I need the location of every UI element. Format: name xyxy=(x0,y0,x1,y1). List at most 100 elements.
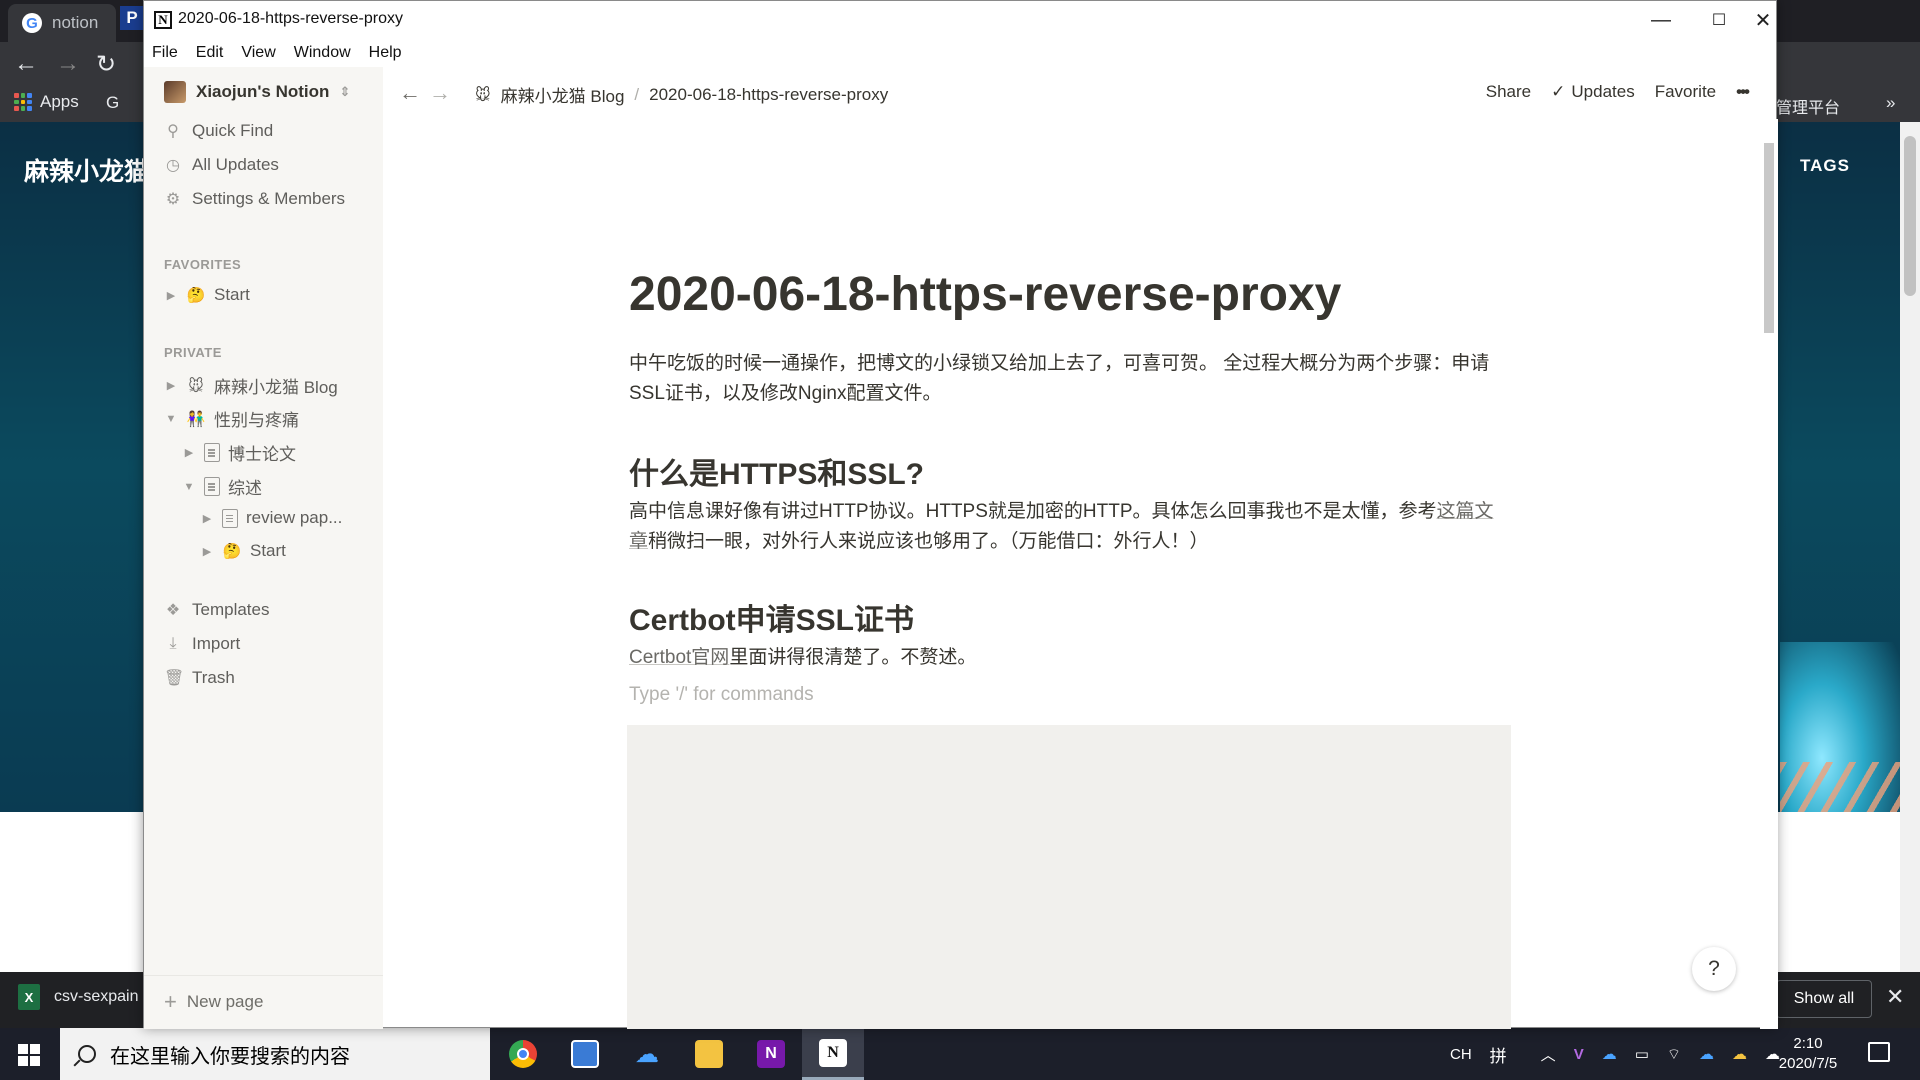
favorite-button[interactable]: Favorite xyxy=(1655,82,1716,102)
windows-taskbar: 在这里输入你要搜索的内容 ☁ N N CH 拼 ︿ V ☁ ▭ ⌔ ☁ ☁ ☁ … xyxy=(0,1028,1920,1080)
heading-certbot[interactable]: Certbot申请SSL证书 xyxy=(629,595,914,639)
command-placeholder-input[interactable]: Type '/' for commands xyxy=(629,684,814,706)
page-emoji-icon: 🤔 xyxy=(222,543,242,560)
bookmarks-more[interactable]: » xyxy=(1886,93,1895,113)
page-topbar: ← → 🐭 麻辣小龙猫 Blog / 2020-06-18-https-reve… xyxy=(383,67,1778,119)
ime-mode[interactable]: 拼 xyxy=(1490,1042,1507,1067)
sidebar-trash[interactable]: 🗑 Trash xyxy=(164,668,235,688)
windows-start-icon[interactable] xyxy=(18,1044,40,1066)
browser-tab-p[interactable]: P xyxy=(120,6,144,30)
sidebar-import[interactable]: ⤓ Import xyxy=(164,634,240,654)
heading-https[interactable]: 什么是HTTPS和SSL? xyxy=(629,449,924,493)
window-titlebar[interactable]: N 2020-06-18-https-reverse-proxy — ☐ ✕ xyxy=(144,1,1776,39)
clock-icon: ◷ xyxy=(166,157,180,174)
browser-scrollbar[interactable] xyxy=(1900,122,1920,972)
taskbar-search-input[interactable]: 在这里输入你要搜索的内容 xyxy=(60,1028,490,1080)
close-window-icon[interactable]: ✕ xyxy=(1748,5,1778,35)
new-page-button[interactable]: + New page xyxy=(164,989,263,1015)
menu-window[interactable]: Window xyxy=(294,44,351,62)
sidebar-item-gender-pain[interactable]: ▼ 👫 性别与疼痛 xyxy=(164,406,299,431)
maximize-icon[interactable]: ☐ xyxy=(1690,5,1748,35)
forward-arrow-icon[interactable]: → xyxy=(56,50,80,78)
certbot-link[interactable]: Certbot官网 xyxy=(629,647,729,668)
share-button[interactable]: Share xyxy=(1486,82,1531,102)
breadcrumb-current[interactable]: 2020-06-18-https-reverse-proxy xyxy=(649,85,888,105)
menu-view[interactable]: View xyxy=(241,44,275,62)
site-tags-link[interactable]: TAGS xyxy=(1800,156,1850,176)
menu-help[interactable]: Help xyxy=(369,44,402,62)
sidebar-quick-find[interactable]: ⚲ Quick Find xyxy=(164,121,273,141)
minimize-icon[interactable]: — xyxy=(1632,5,1690,35)
taskbar-app-window[interactable] xyxy=(554,1028,616,1080)
expand-triangle-icon[interactable]: ▶ xyxy=(164,379,178,392)
taskbar-explorer[interactable] xyxy=(678,1028,740,1080)
onedrive-icon[interactable]: ☁ xyxy=(1699,1045,1714,1063)
sidebar-item-review[interactable]: ▼ 综述 xyxy=(182,474,262,499)
sidebar-templates[interactable]: ❖ Templates xyxy=(164,600,270,620)
site-title[interactable]: 麻辣小龙猫 xyxy=(24,152,149,188)
expand-triangle-icon[interactable]: ▶ xyxy=(182,446,196,459)
updates-label: Updates xyxy=(1571,82,1635,101)
taskbar-clock[interactable]: 2:10 2020/7/5 xyxy=(1770,1034,1846,1074)
expand-triangle-icon[interactable]: ▶ xyxy=(164,289,178,302)
cloud-icon[interactable]: ☁ xyxy=(1602,1045,1617,1063)
sidebar-item-thesis[interactable]: ▶ 博士论文 xyxy=(182,440,296,465)
download-item[interactable]: X csv-sexpain xyxy=(18,984,138,1010)
breadcrumb-parent[interactable]: 麻辣小龙猫 Blog xyxy=(501,82,625,107)
sidebar-all-updates[interactable]: ◷ All Updates xyxy=(164,155,279,175)
forward-arrow-icon[interactable]: → xyxy=(429,80,451,106)
sidebar-favorite-start[interactable]: ▶ 🤔 Start xyxy=(164,285,250,305)
taskbar-onenote[interactable]: N xyxy=(740,1028,802,1080)
reload-icon[interactable]: ↻ xyxy=(96,50,116,79)
intro-paragraph[interactable]: 中午吃饭的时候一通操作，把博文的小绿锁又给加上去了，可喜可贺。 全过程大概分为两… xyxy=(629,349,1499,409)
sidebar-item-label: Settings & Members xyxy=(192,189,346,208)
sidebar-settings[interactable]: ⚙ Settings & Members xyxy=(164,189,345,209)
bookmark-management[interactable]: 管理平台 xyxy=(1776,94,1840,118)
back-arrow-icon[interactable]: ← xyxy=(14,50,38,78)
sidebar-item-label: All Updates xyxy=(192,155,279,174)
weather-icon[interactable]: ☁ xyxy=(1732,1045,1747,1063)
taskbar-cloud[interactable]: ☁ xyxy=(616,1028,678,1080)
embed-block[interactable] xyxy=(627,725,1511,1029)
battery-icon[interactable]: ▭ xyxy=(1635,1045,1649,1063)
download-file-name: csv-sexpain xyxy=(54,988,139,1005)
onenote-icon: N xyxy=(757,1040,785,1068)
bookmark-apps[interactable]: Apps xyxy=(14,92,79,112)
certbot-paragraph[interactable]: Certbot官网里面讲得很清楚了。不赘述。 xyxy=(629,643,1499,673)
wifi-icon[interactable]: ⌔ xyxy=(1667,1045,1681,1064)
gear-icon: ⚙ xyxy=(165,191,181,208)
collapse-triangle-icon[interactable]: ▼ xyxy=(164,413,178,425)
menu-file[interactable]: File xyxy=(152,44,178,62)
browser-tab-notion[interactable]: G notion xyxy=(8,4,116,42)
more-options-icon[interactable]: ••• xyxy=(1736,82,1750,102)
menu-edit[interactable]: Edit xyxy=(196,44,224,62)
system-tray: CH 拼 ︿ V ☁ ▭ ⌔ ☁ ☁ ☁ xyxy=(1450,1028,1780,1080)
plus-icon: + xyxy=(164,989,177,1014)
taskbar-notion[interactable]: N xyxy=(802,1028,864,1080)
chevron-up-icon[interactable]: ︿ xyxy=(1541,1044,1556,1065)
help-button[interactable]: ? xyxy=(1692,947,1736,991)
notion-logo-icon: N xyxy=(154,11,172,29)
expand-triangle-icon[interactable]: ▶ xyxy=(200,512,214,525)
sidebar-item-start[interactable]: ▶ 🤔 Start xyxy=(200,541,286,561)
https-paragraph[interactable]: 高中信息课好像有讲过HTTP协议。HTTPS就是加密的HTTP。具体怎么回事我也… xyxy=(629,497,1499,557)
page-title[interactable]: 2020-06-18-https-reverse-proxy xyxy=(629,267,1341,322)
notification-icon[interactable] xyxy=(1868,1042,1890,1062)
collapse-triangle-icon[interactable]: ▼ xyxy=(182,481,196,493)
vpn-icon[interactable]: V xyxy=(1574,1046,1584,1063)
close-icon[interactable]: ✕ xyxy=(1886,984,1904,1010)
updates-button[interactable]: ✓ Updates xyxy=(1551,82,1635,102)
workspace-switcher[interactable]: Xiaojun's Notion ⇕ xyxy=(164,81,350,103)
page-icon xyxy=(222,508,238,528)
content-scrollbar[interactable] xyxy=(1760,119,1778,1029)
sidebar-item-review-paper[interactable]: ▶ review pap... xyxy=(200,508,342,528)
bookmark-g[interactable]: G xyxy=(106,93,119,113)
back-arrow-icon[interactable]: ← xyxy=(399,80,421,106)
expand-triangle-icon[interactable]: ▶ xyxy=(200,545,214,558)
browser-tab-label: notion xyxy=(52,13,99,32)
show-all-button[interactable]: Show all xyxy=(1776,980,1872,1018)
sidebar-item-blog[interactable]: ▶ 🐭 麻辣小龙猫 Blog xyxy=(164,373,338,398)
taskbar-chrome[interactable] xyxy=(492,1028,554,1080)
https-text: 高中信息课好像有讲过HTTP协议。HTTPS就是加密的HTTP。具体怎么回事我也… xyxy=(629,501,1437,522)
ime-language[interactable]: CH xyxy=(1450,1046,1472,1063)
